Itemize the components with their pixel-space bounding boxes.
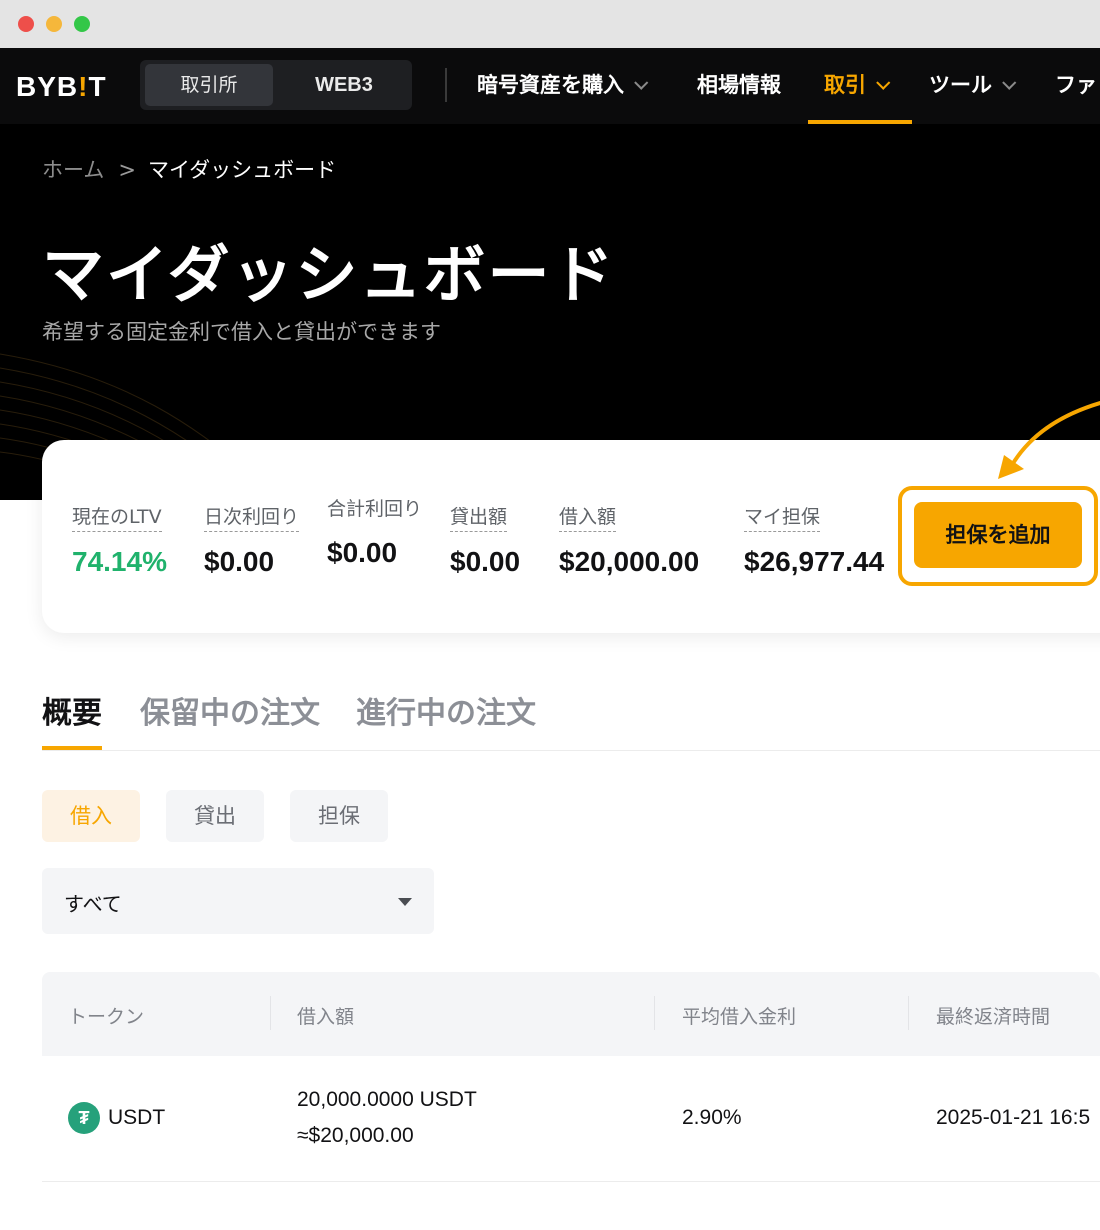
metric-current-ltv: 現在のLTV 74.14%	[72, 502, 167, 578]
nav-markets-label: 相場情報	[697, 73, 781, 97]
nav-tools-label: ツール	[929, 73, 992, 97]
segment-exchange[interactable]: 取引所	[145, 64, 273, 106]
nav-buy-crypto[interactable]: 暗号資産を購入	[477, 70, 649, 100]
column-header-due-time: 最終返済時間	[936, 1006, 1051, 1028]
subtab-collateral[interactable]: 担保	[290, 790, 388, 842]
breadcrumb-separator: >	[118, 158, 136, 182]
breadcrumb: ホーム > マイダッシュボード	[42, 154, 336, 184]
metric-value: $0.00	[450, 546, 521, 577]
metric-daily-yield: 日次利回り $0.00	[204, 502, 300, 578]
nav-more-truncated[interactable]: ファ	[1055, 70, 1097, 100]
metric-label[interactable]: 貸出額	[450, 502, 508, 532]
top-navigation: BYB!T 取引所 WEB3 暗号資産を購入 相場情報 取引 ツール ファ	[0, 48, 1100, 124]
borrowed-amount-usd: ≈$20,000.00	[297, 1124, 414, 1147]
metric-label: 合計利回り	[327, 498, 423, 520]
add-collateral-button[interactable]: 担保を追加	[914, 502, 1082, 568]
average-rate: 2.90%	[682, 1106, 742, 1129]
metric-lent-amount: 貸出額 $0.00	[450, 502, 520, 578]
logo-text: BYB	[16, 71, 79, 102]
app-window: BYB!T 取引所 WEB3 暗号資産を購入 相場情報 取引 ツール ファ ホー…	[0, 0, 1100, 1230]
metric-label[interactable]: マイ担保	[744, 502, 821, 532]
tab-active-orders[interactable]: 進行中の注文	[356, 688, 536, 732]
metric-value: $0.00	[204, 546, 275, 577]
due-time: 2025-01-21 16:5	[936, 1106, 1091, 1129]
column-header-token: トークン	[68, 1006, 145, 1028]
metric-borrowed-amount: 借入額 $20,000.00	[559, 502, 699, 578]
annotation-arrow-icon	[998, 401, 1100, 479]
metric-value: 74.14%	[72, 546, 167, 577]
column-divider	[270, 996, 271, 1030]
dashboard-tabs: 概要 保留中の注文 進行中の注文	[42, 688, 1100, 751]
nav-markets[interactable]: 相場情報	[697, 70, 781, 100]
metric-value: $0.00	[327, 537, 398, 568]
metric-total-yield: 合計利回り $0.00	[327, 494, 422, 569]
token-filter-value: すべて	[64, 892, 122, 916]
nav-tools[interactable]: ツール	[929, 70, 1017, 100]
subtab-lend[interactable]: 貸出	[166, 790, 264, 842]
breadcrumb-current: マイダッシュボード	[147, 158, 337, 182]
column-header-avg-rate: 平均借入金利	[682, 1006, 797, 1028]
table-row[interactable]: ₮ USDT 20,000.0000 USDT ≈$20,000.00 2.90…	[42, 1056, 1100, 1182]
metric-my-collateral: マイ担保 $26,977.44	[744, 502, 884, 578]
nav-more-label: ファ	[1055, 73, 1097, 97]
nav-trade[interactable]: 取引	[824, 70, 891, 100]
logo-text-end: T	[88, 71, 107, 102]
breadcrumb-home[interactable]: ホーム	[42, 158, 104, 182]
bybit-logo[interactable]: BYB!T	[16, 72, 107, 102]
column-header-borrowed: 借入額	[297, 1006, 355, 1028]
minimize-window-dot[interactable]	[46, 16, 62, 32]
metric-label[interactable]: 借入額	[559, 502, 617, 532]
maximize-window-dot[interactable]	[74, 16, 90, 32]
usdt-token-icon: ₮	[68, 1102, 100, 1134]
token-name: USDT	[108, 1106, 166, 1129]
metric-label[interactable]: 日次利回り	[204, 502, 300, 532]
table-header: トークン 借入額 平均借入金利 最終返済時間	[42, 972, 1100, 1056]
subtab-borrow[interactable]: 借入	[42, 790, 140, 842]
logo-bang: !	[78, 71, 89, 102]
nav-divider	[445, 68, 447, 102]
token-filter-select[interactable]: すべて	[42, 868, 434, 934]
chevron-down-icon	[634, 75, 649, 90]
column-divider	[654, 996, 655, 1030]
close-window-dot[interactable]	[18, 16, 34, 32]
tab-active-indicator	[42, 746, 102, 750]
column-divider	[908, 996, 909, 1030]
tab-pending-orders[interactable]: 保留中の注文	[140, 688, 320, 732]
nav-buy-crypto-label: 暗号資産を購入	[477, 73, 624, 97]
tab-overview[interactable]: 概要	[42, 688, 102, 732]
nav-trade-label: 取引	[824, 73, 866, 97]
chevron-down-icon	[876, 75, 891, 90]
caret-down-icon	[398, 898, 412, 906]
window-titlebar	[0, 0, 1100, 48]
platform-switch: 取引所 WEB3	[140, 60, 412, 110]
metric-value: $20,000.00	[559, 546, 700, 577]
metric-value: $26,977.44	[744, 546, 885, 577]
borrowed-amount: 20,000.0000 USDT	[297, 1088, 477, 1111]
segment-web3[interactable]: WEB3	[280, 64, 408, 106]
chevron-down-icon	[1002, 75, 1017, 90]
metric-label[interactable]: 現在のLTV	[72, 502, 162, 532]
page-subtitle: 希望する固定金利で借入と貸出ができます	[42, 320, 441, 344]
page-title: マイダッシュボード	[42, 238, 616, 311]
